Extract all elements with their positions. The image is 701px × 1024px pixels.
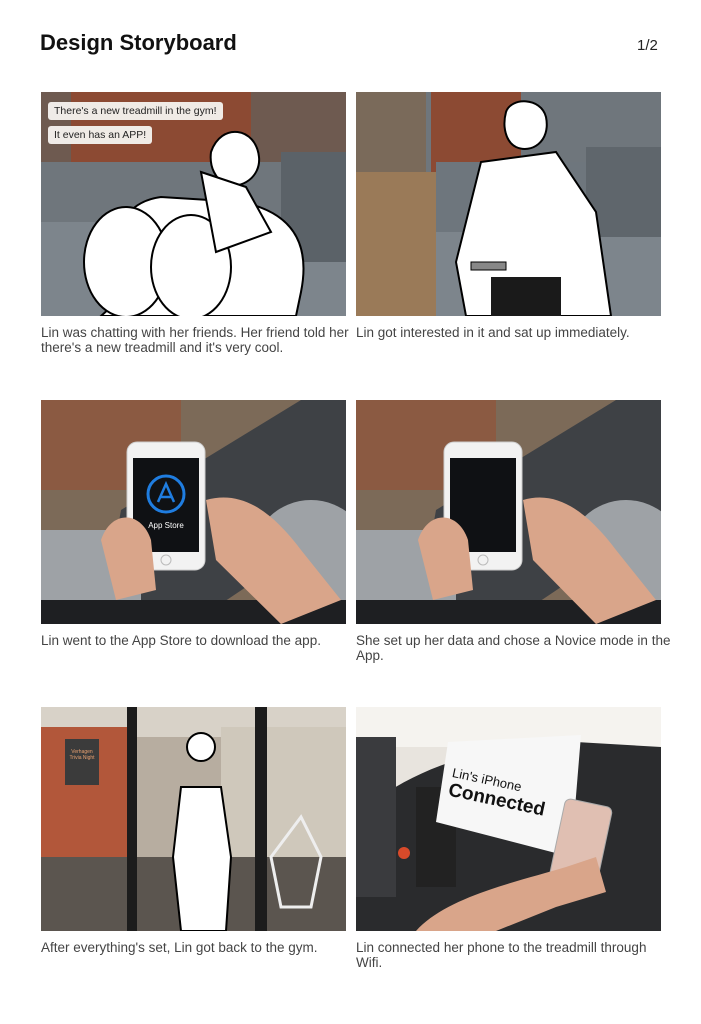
storyboard-panel-2 <box>356 92 661 316</box>
panel-caption: Lin got interested in it and sat up imme… <box>356 325 630 340</box>
storyboard-panel-4 <box>356 400 661 624</box>
storyboard-panel-1: There's a new treadmill in the gym! It e… <box>41 92 346 316</box>
panel-caption: Lin connected her phone to the treadmill… <box>356 940 647 970</box>
panel-3-photo <box>41 400 346 624</box>
gym-sign-line: Trivia Night <box>69 755 95 761</box>
speech-bubble: It even has an APP! <box>48 126 153 144</box>
panel-caption: Lin went to the App Store to download th… <box>41 633 321 648</box>
storyboard-panel-5: Verhagen Trivia Night <box>41 707 346 931</box>
app-store-label: App Store <box>148 521 184 530</box>
panel-caption: She set up her data and chose a Novice m… <box>356 633 671 663</box>
storyboard-panel-6: Lin's iPhone Connected <box>356 707 661 931</box>
storyboard-panel-3: App Store <box>41 400 346 624</box>
panel-caption: Lin was chatting with her friends. Her f… <box>41 325 349 355</box>
panel-5-photo <box>41 707 346 931</box>
page-number: 1/2 <box>637 37 658 54</box>
speech-bubble: There's a new treadmill in the gym! <box>48 102 223 120</box>
panel-4-photo <box>356 400 661 624</box>
panel-2-illustration <box>356 92 661 316</box>
page-title: Design Storyboard <box>40 30 237 55</box>
panel-caption: After everything's set, Lin got back to … <box>41 940 318 955</box>
panel-6-photo <box>356 707 661 931</box>
